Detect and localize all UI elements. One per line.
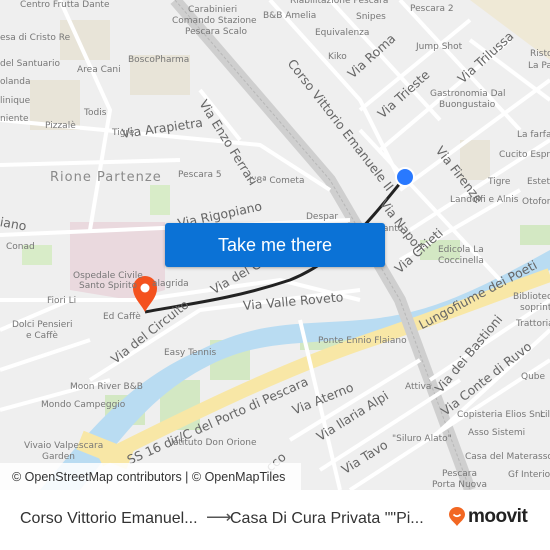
poi-label: Vivaio Valpescara (24, 441, 104, 451)
origin-dot (395, 167, 415, 187)
poi-label: olanda (0, 77, 31, 87)
poi-label: Equivalenza (315, 28, 370, 38)
district-label: Rione Partenze (50, 170, 162, 185)
poi-label: Trattoria (516, 319, 550, 329)
poi-label: Copisteria Elios Snc (457, 410, 546, 420)
poi-label: Fiori Li (47, 296, 77, 306)
poi-label: La farfal (517, 130, 550, 140)
poi-label: Otofon (522, 197, 550, 207)
poi-label: La Pa (528, 61, 550, 71)
park (150, 185, 170, 215)
poi-label: Tigre (488, 177, 511, 187)
poi-label: Moon River B&B (70, 382, 143, 392)
poi-label: Porta Nuova (432, 480, 488, 490)
poi-label: Attiva (405, 382, 432, 392)
poi-label: Gf Interior (508, 470, 550, 480)
attribution-text: © OpenStreetMap contributors | © OpenMap… (12, 469, 286, 484)
poi-label: Casa del Materasso (465, 452, 550, 462)
poi-label: Pizzalè (45, 121, 76, 131)
poi-label: Conad (6, 242, 35, 252)
poi-label: Gastronomia Dal (430, 89, 506, 99)
poi-label: BoscoPharma (128, 55, 190, 65)
arrow-right-icon: ⟶ (206, 507, 232, 527)
poi-label: Area Cani (77, 65, 121, 75)
poi-label: soprint (520, 303, 550, 313)
poi-label: Mondo Campeggio (41, 400, 126, 410)
poi-label: B&B Amelia (263, 11, 317, 21)
poi-label: Ponte Ennio Flaiano (318, 336, 407, 346)
footer-bar: Corso Vittorio Emanuel... ⟶ Casa Di Cura… (0, 490, 550, 550)
poi-label: Todis (84, 108, 107, 118)
poi-label: L'8ª Cometa (249, 176, 305, 186)
poi-label: esa di Cristo Re (0, 33, 71, 43)
poi-label: Asso Sistemi (468, 428, 526, 438)
destination-name: Casa Di Cura Privata ""Pi... (230, 510, 424, 527)
poi-label: Santo Spirito (79, 281, 137, 291)
poi-label: Landolfi e Alnis (450, 195, 519, 205)
poi-label: Dolci Pensieri (12, 320, 73, 330)
poi-label: Qube (521, 372, 546, 382)
poi-label: del Santuario (0, 59, 60, 69)
origin-name: Corso Vittorio Emanuel... (20, 510, 198, 527)
poi-label: Ed Caffè (103, 312, 141, 322)
poi-label: linique (0, 96, 31, 106)
poi-label: Snipes (356, 12, 386, 22)
moovit-wordmark: moovit (468, 506, 528, 527)
poi-label: anto (383, 224, 404, 234)
moovit-pin-icon (449, 507, 465, 526)
poi-label: niente (0, 114, 29, 124)
poi-label: Pescara (442, 469, 478, 479)
poi-label: Tigre (112, 128, 135, 138)
poi-label: Estetic (527, 177, 550, 187)
poi-label: Pescara 5 (178, 170, 222, 180)
poi-label: Ospedale Civile (73, 271, 143, 281)
poi-label: Easy Tennis (164, 348, 217, 358)
poi-label: Coccinella (438, 256, 484, 266)
poi-label: Pescara Scalo (185, 27, 248, 37)
park (520, 225, 550, 245)
poi-label: Lil (540, 410, 550, 420)
poi-label: Despar (306, 212, 339, 222)
poi-label: Risto (530, 49, 550, 59)
poi-label: Biblioteca (513, 292, 550, 302)
map-canvas[interactable]: Rione Partenze Via Arapietra Via Enzo Fe… (0, 0, 550, 490)
map-attribution[interactable]: © OpenStreetMap contributors | © OpenMap… (0, 463, 301, 490)
poi-label: Istituto Don Orione (171, 438, 257, 448)
poi-label: Garden (42, 452, 75, 462)
poi-label: Pescara 2 (410, 4, 454, 14)
poi-label: "Siluro Alato" (392, 434, 452, 444)
moovit-logo[interactable]: moovit (449, 506, 528, 528)
poi-label: Jump Shot (416, 42, 463, 52)
take-me-there-button[interactable]: Take me there (165, 223, 385, 267)
poi-label: e Caffè (26, 331, 58, 341)
poi-label: Cucito Espres (499, 150, 550, 160)
poi-label: Riabilitazione Pescara (290, 0, 389, 6)
poi-label: Edicola La (438, 245, 484, 255)
poi-label: Centro Frutta Dante (20, 0, 110, 10)
poi-label: Carabinieri (188, 5, 238, 15)
poi-label: alagrida (152, 279, 189, 289)
poi-label: Buongustaio (439, 100, 496, 110)
poi-label: Comando Stazione (172, 16, 257, 26)
poi-label: Kiko (328, 52, 347, 62)
